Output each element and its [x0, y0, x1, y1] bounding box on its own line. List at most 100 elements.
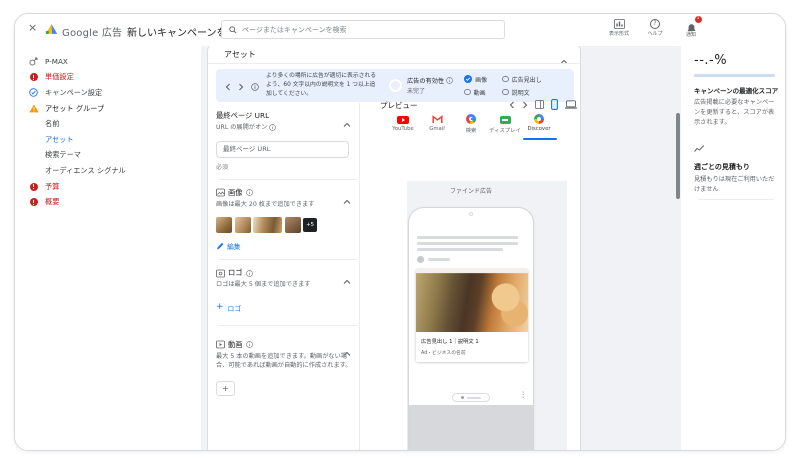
asset-panel: アセット より多くの場所に広告が適切に表示されるよう、60 文字以内の説明文を … — [207, 43, 581, 450]
desktop-device-icon[interactable] — [565, 100, 577, 109]
info-icon[interactable] — [251, 76, 259, 95]
notice-nav — [225, 76, 259, 95]
error-icon — [28, 182, 39, 191]
check-images[interactable]: 画像 — [464, 75, 487, 84]
required-label: 必須 — [216, 163, 229, 171]
sidebar-label: 名前 — [45, 119, 60, 129]
check-circle-icon — [28, 88, 39, 98]
sidebar-item-bidding[interactable]: 単価設定 — [15, 70, 201, 86]
info-icon[interactable] — [269, 124, 277, 132]
close-icon[interactable]: × — [28, 22, 37, 33]
tab-search[interactable]: 検索 — [454, 113, 488, 134]
trend-chart-icon — [694, 138, 776, 157]
info-icon[interactable] — [245, 341, 253, 349]
logo-icon — [216, 269, 225, 278]
notifications-button[interactable]: 1 通知 — [678, 16, 704, 38]
optimization-score-title: キャンペーンの最適化スコア — [694, 87, 779, 95]
tab-discover[interactable]: Discover — [522, 113, 556, 134]
pencil-icon — [217, 243, 224, 250]
video-section: 動画 最大 5 本の動画を追加できます。動画がない場合、可能であれば動画が自動的… — [216, 339, 359, 397]
image-icon — [216, 188, 225, 197]
sidebar-item-audience-signal[interactable]: オーディエンス シグナル — [15, 163, 201, 179]
final-url-section: 最終ページ URL URL の展開がオン 必須 — [216, 111, 359, 171]
search-input[interactable] — [242, 25, 497, 34]
add-logo-label: ロゴ — [227, 304, 242, 313]
sidebar-item-name[interactable]: 名前 — [15, 116, 201, 132]
image-thumbnail[interactable] — [253, 217, 282, 234]
logo-title: ロゴ — [228, 268, 243, 278]
placeholder-bar — [417, 236, 518, 239]
avatar — [417, 256, 424, 263]
plus-icon: + — [222, 383, 229, 393]
preview-column: プレビュー YouTube Gmail 検索 ディスプレイ Discover フ… — [360, 94, 580, 450]
help-button[interactable]: ? ヘルプ — [642, 19, 668, 38]
collapse-chevron-icon[interactable] — [343, 342, 351, 361]
collapse-chevron-icon[interactable] — [343, 190, 351, 209]
sidebar-item-search-themes[interactable]: 検索テーマ — [15, 148, 201, 164]
tab-label: YouTube — [392, 126, 414, 132]
info-icon[interactable] — [245, 269, 253, 277]
check-headlines[interactable]: 広告見出し — [502, 75, 542, 84]
tab-gmail[interactable]: Gmail — [420, 113, 454, 134]
divider — [698, 198, 774, 200]
help-label: ヘルプ — [647, 31, 663, 37]
search-icon — [229, 25, 237, 34]
vertical-scrollbar[interactable] — [676, 113, 680, 199]
display-format-button[interactable]: 表示形式 — [606, 19, 632, 38]
sidebar-item-pmax[interactable]: P-MAX — [15, 54, 201, 70]
logo-subtitle: ロゴは最大 5 個まで追加できます — [216, 281, 311, 289]
error-icon — [28, 73, 39, 82]
tab-youtube[interactable]: YouTube — [386, 113, 420, 134]
tab-label: ディスプレイ — [489, 128, 521, 134]
google-ads-logo-icon — [45, 24, 58, 34]
pmax-icon — [28, 57, 39, 66]
video-title: 動画 — [228, 339, 243, 349]
collapse-chevron-icon[interactable] — [343, 270, 351, 289]
ad-strength-gauge-icon — [389, 79, 402, 92]
final-url-input[interactable] — [216, 140, 349, 158]
sidebar-item-review[interactable]: 概要 — [15, 194, 201, 210]
check-label: 画像 — [475, 76, 488, 84]
divider — [218, 178, 357, 180]
active-tab-underline — [523, 138, 557, 140]
add-video-button[interactable]: + — [216, 381, 235, 397]
info-icon[interactable] — [245, 189, 253, 196]
gallery-icon[interactable] — [535, 100, 544, 109]
search-box[interactable] — [221, 20, 505, 39]
mobile-device-icon[interactable] — [551, 99, 558, 110]
next-chevron-icon[interactable] — [238, 76, 244, 95]
tab-display[interactable]: ディスプレイ — [488, 113, 522, 134]
images-subtitle: 画像は最大 20 枚まで追加できます — [216, 200, 315, 208]
add-logo-button[interactable]: + ロゴ — [216, 303, 256, 313]
collapse-chevron-icon[interactable] — [560, 50, 568, 69]
info-icon[interactable] — [446, 76, 453, 84]
sidebar-item-budget[interactable]: 予算 — [15, 179, 201, 195]
optimization-score-description: 広告掲載に必要なキャンペーンを更新すると、スコアが表示されます。 — [694, 99, 775, 126]
image-thumbnail[interactable] — [284, 217, 301, 234]
ad-headline: 広告見出し 1｜説明文 1 — [421, 339, 479, 345]
youtube-icon — [397, 115, 409, 124]
sidebar-label: アセット — [45, 134, 74, 144]
discover-icon — [534, 114, 544, 124]
image-thumbnail[interactable] — [234, 217, 251, 234]
check-label: 広告見出し — [511, 76, 542, 84]
preview-channel-tabs: YouTube Gmail 検索 ディスプレイ Discover — [386, 113, 556, 134]
edit-images-button[interactable]: 編集 — [216, 241, 256, 251]
collapse-chevron-icon[interactable] — [343, 113, 351, 132]
brand-name: Google 広告 — [62, 28, 123, 39]
gmail-icon — [431, 115, 443, 123]
sidebar-item-assets[interactable]: アセット — [15, 132, 201, 148]
sidebar-item-campaign-settings[interactable]: キャンペーン設定 — [15, 85, 201, 101]
tab-label: Discover — [527, 126, 551, 132]
image-thumbnail[interactable] — [216, 217, 232, 234]
more-images-tile[interactable]: +5 — [303, 218, 317, 233]
divider — [218, 324, 357, 326]
placeholder-bar — [417, 242, 518, 245]
edit-label: 編集 — [227, 243, 241, 252]
sidebar-label: アセット グループ — [45, 103, 105, 113]
prev-chevron-icon[interactable] — [225, 76, 231, 95]
next-chevron-icon[interactable] — [522, 101, 528, 109]
sidebar-label: 概要 — [45, 197, 60, 207]
prev-chevron-icon[interactable] — [509, 101, 515, 109]
sidebar-item-asset-group[interactable]: アセット グループ — [15, 101, 201, 117]
